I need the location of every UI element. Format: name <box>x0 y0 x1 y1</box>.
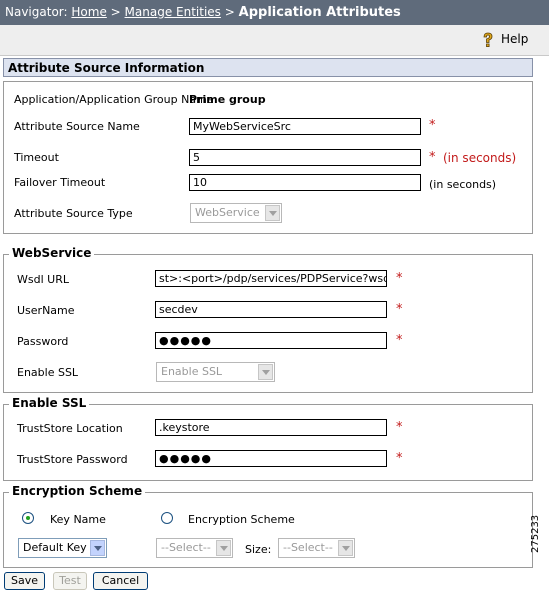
cancel-button[interactable]: Cancel <box>93 572 148 590</box>
breadcrumb: Navigator: Home > Manage Entities > Appl… <box>5 0 401 25</box>
encryption-scheme-value: --Select-- <box>161 541 211 554</box>
key-name-value: Default Key <box>23 541 87 554</box>
failover-timeout-input[interactable]: 10 <box>189 174 421 191</box>
enable-ssl-label: Enable SSL <box>17 366 79 379</box>
key-name-radio[interactable] <box>22 512 34 524</box>
required-marker: * <box>396 333 403 348</box>
key-name-select[interactable]: Default Key <box>18 538 107 558</box>
failover-timeout-unit: (in seconds) <box>429 178 497 191</box>
page-title: Application Attributes <box>238 5 401 20</box>
timeout-label: Timeout <box>14 151 59 164</box>
size-label: Size: <box>245 543 272 556</box>
required-marker: * <box>396 451 403 466</box>
key-name-radio-label: Key Name <box>50 513 106 526</box>
required-marker: * <box>429 150 436 165</box>
navigator-prefix: Navigator: <box>5 5 68 19</box>
app-group-label: Application/Application Group Name <box>14 93 214 106</box>
attribute-source-header: Attribute Source Information <box>3 58 533 77</box>
attribute-source-type-label: Attribute Source Type <box>14 207 133 220</box>
truststore-password-input[interactable]: ●●●●● <box>155 450 387 467</box>
chevron-down-icon <box>338 540 353 556</box>
truststore-password-label: TrustStore Password <box>17 453 128 466</box>
test-button[interactable]: Test <box>53 572 87 590</box>
size-value: --Select-- <box>283 541 333 554</box>
app-group-value: Prime group <box>189 93 266 106</box>
wsdl-url-label: Wsdl URL <box>17 273 69 286</box>
password-input[interactable]: ●●●●● <box>155 332 387 349</box>
truststore-location-input[interactable]: .keystore <box>155 419 387 436</box>
failover-timeout-label: Failover Timeout <box>14 176 106 189</box>
size-select[interactable]: --Select-- <box>278 538 355 558</box>
encryption-scheme-radio[interactable] <box>161 512 173 524</box>
attribute-source-name-input[interactable]: MyWebServiceSrc <box>189 118 421 135</box>
navigator-bar: Navigator: Home > Manage Entities > Appl… <box>0 0 549 25</box>
required-marker: * <box>429 118 436 133</box>
help-link[interactable]: Help <box>501 32 528 46</box>
encryption-scheme-radio-label: Encryption Scheme <box>188 513 295 526</box>
encryption-scheme-select[interactable]: --Select-- <box>156 538 233 558</box>
chevron-down-icon <box>216 540 231 556</box>
breadcrumb-home-link[interactable]: Home <box>71 5 106 19</box>
figure-number: 275233 <box>530 514 541 553</box>
enable-ssl-value: Enable SSL <box>161 365 223 378</box>
breadcrumb-separator: > <box>110 5 121 19</box>
encryption-legend: Encryption Scheme <box>9 484 146 498</box>
ssl-legend: Enable SSL <box>9 396 90 410</box>
username-input[interactable]: secdev <box>155 301 387 318</box>
truststore-location-label: TrustStore Location <box>17 422 123 435</box>
chevron-down-icon <box>90 540 105 556</box>
save-button[interactable]: Save <box>4 572 45 590</box>
password-label: Password <box>17 335 69 348</box>
wsdl-url-input[interactable]: st>:<port>/pdp/services/PDPService?wsdl <box>155 270 387 287</box>
required-marker: * <box>396 420 403 435</box>
enable-ssl-select[interactable]: Enable SSL <box>156 362 275 382</box>
attribute-source-type-value: WebService <box>195 206 260 219</box>
chevron-down-icon <box>258 364 273 380</box>
breadcrumb-separator: > <box>224 5 235 19</box>
chevron-down-icon <box>265 205 280 221</box>
webservice-legend: WebService <box>9 246 95 260</box>
timeout-input[interactable]: 5 <box>189 149 421 166</box>
timeout-unit: (in seconds) <box>443 151 517 165</box>
required-marker: * <box>396 302 403 317</box>
attribute-source-name-label: Attribute Source Name <box>14 120 140 133</box>
help-icon[interactable] <box>481 32 495 48</box>
required-marker: * <box>396 271 403 286</box>
ssl-panel <box>3 404 533 481</box>
help-bar: Help <box>0 25 549 56</box>
attribute-source-type-select[interactable]: WebService <box>190 203 282 223</box>
username-label: UserName <box>17 304 75 317</box>
breadcrumb-manage-entities-link[interactable]: Manage Entities <box>125 5 221 19</box>
